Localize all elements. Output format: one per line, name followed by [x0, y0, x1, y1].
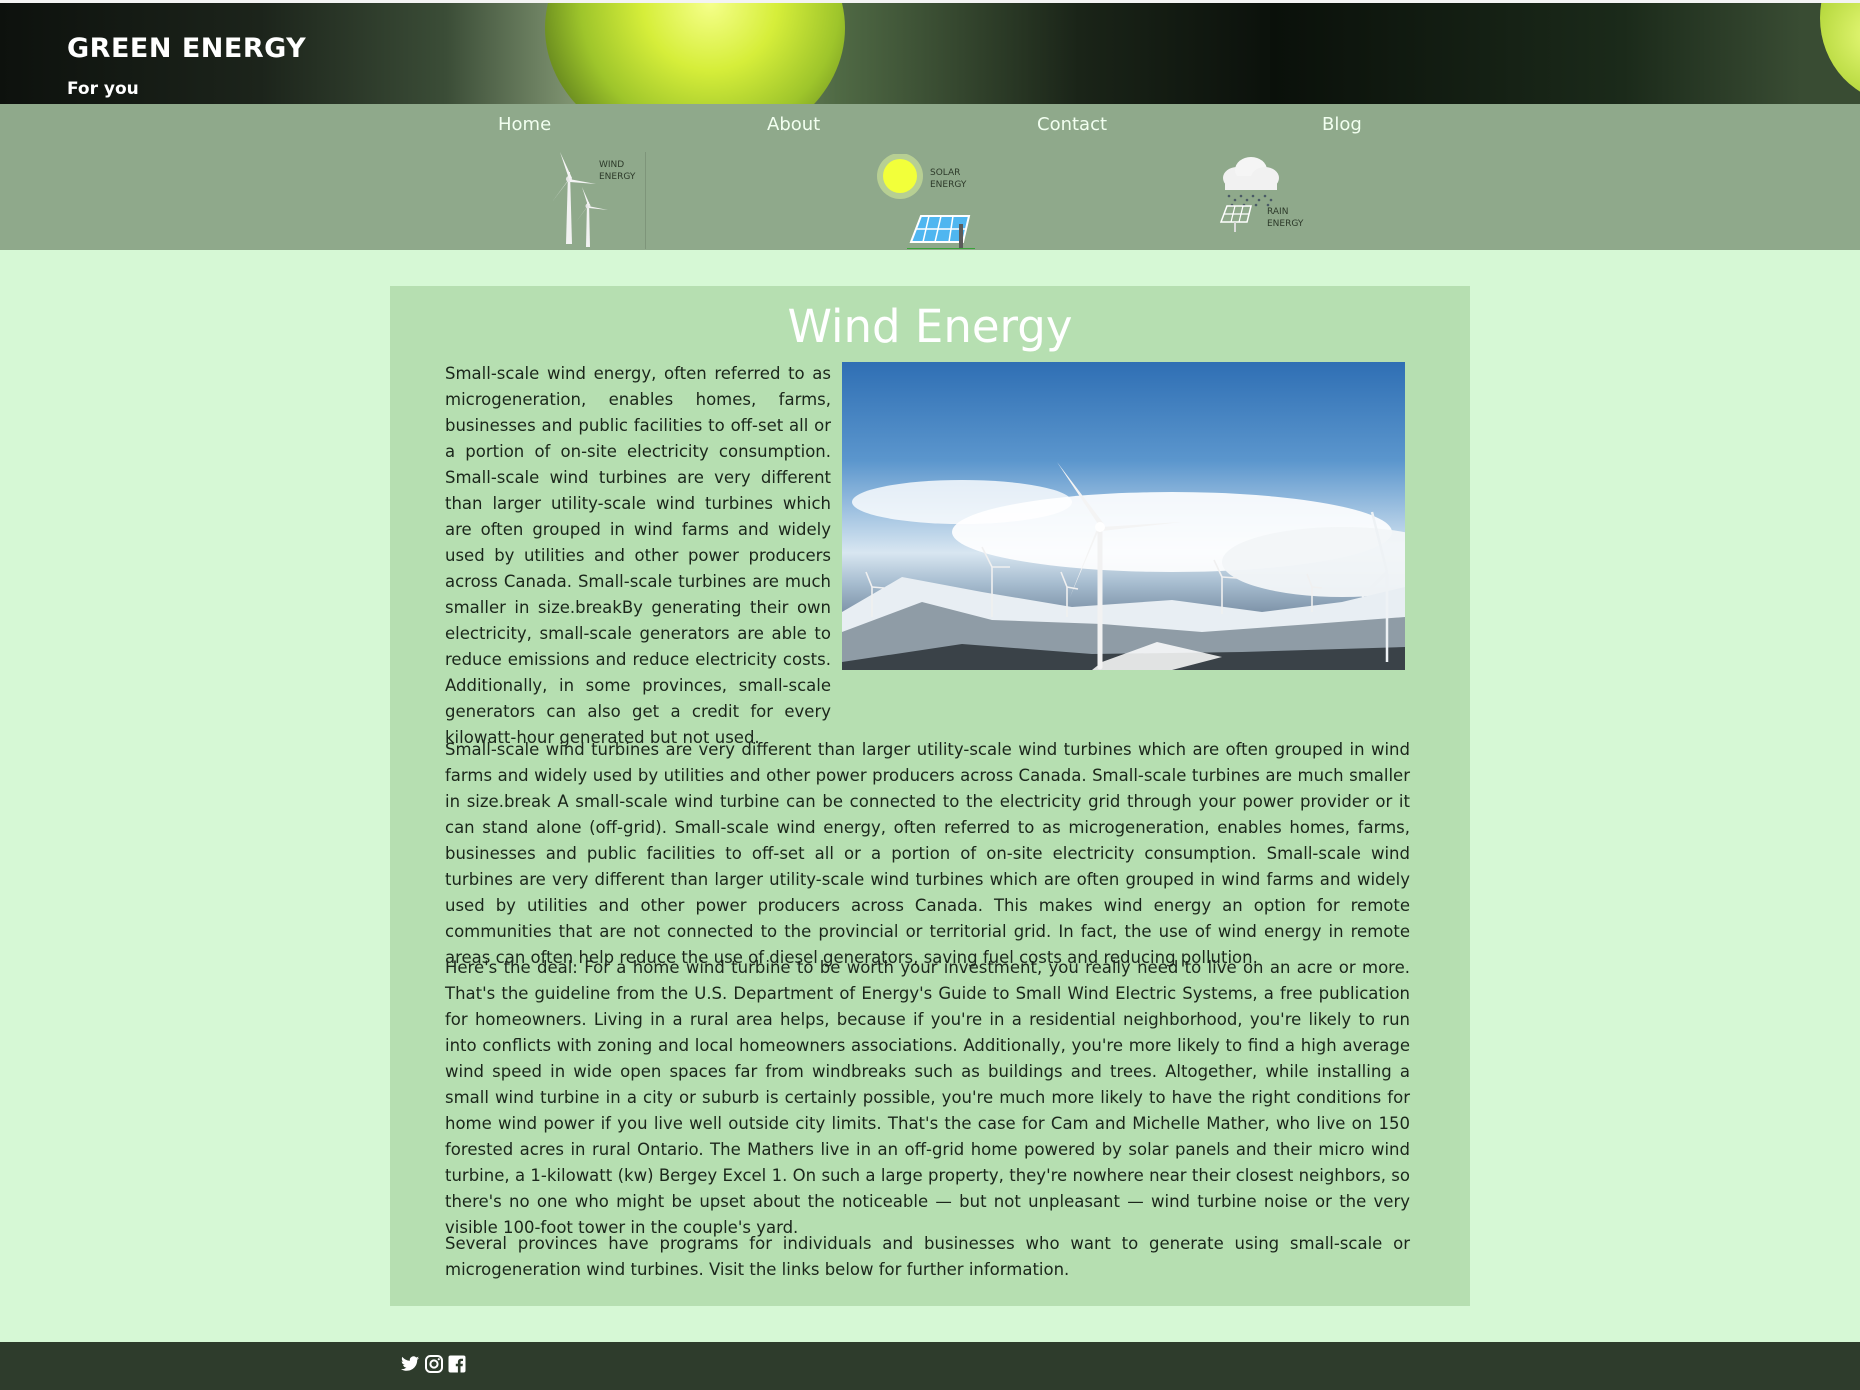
nav-link-contact[interactable]: Contact	[1037, 114, 1107, 135]
site-footer	[0, 1342, 1860, 1390]
article-paragraph-1: Small-scale wind energy, often referred …	[445, 364, 831, 747]
page-title: Wind Energy	[787, 300, 1073, 353]
site-header: GREEN ENERGY For you	[0, 3, 1860, 104]
twitter-icon[interactable]	[400, 1354, 420, 1378]
facebook-icon[interactable]	[447, 1354, 467, 1378]
nav-link-home[interactable]: Home	[498, 114, 551, 135]
article-paragraph-3: Here's the deal: For a home wind turbine…	[445, 958, 1410, 1237]
rain-label-line1: RAIN	[1267, 207, 1289, 217]
nav-link-about[interactable]: About	[767, 114, 820, 135]
wind-label-line2: ENERGY	[599, 172, 636, 182]
solar-energy-link[interactable]: SOLAR ENERGY	[875, 153, 985, 254]
solar-label-line2: ENERGY	[930, 180, 967, 190]
header-dark-panel	[1270, 3, 1860, 104]
rain-energy-link[interactable]: RAIN ENERGY	[1215, 156, 1315, 236]
article-paragraph-2: Small-scale wind turbines are very diffe…	[445, 740, 1410, 967]
wind-energy-link[interactable]: WIND ENERGY	[548, 152, 638, 247]
site-tagline: For you	[67, 79, 139, 99]
solar-label-line1: SOLAR	[930, 168, 961, 178]
wind-turbine-icon	[552, 152, 608, 247]
nav-divider	[645, 152, 646, 249]
wind-farm-photo	[842, 362, 1405, 670]
article-paragraph-4: Several provinces have programs for indi…	[445, 1234, 1410, 1279]
header-planet-graphic	[545, 3, 845, 104]
wind-farm-illustration	[842, 462, 1405, 670]
nav-link-blog[interactable]: Blog	[1322, 114, 1362, 135]
site-title[interactable]: GREEN ENERGY	[67, 33, 306, 64]
main-navigation: Home About Contact Blog WIND ENERGY SOLA…	[0, 104, 1860, 254]
rain-label-line2: ENERGY	[1267, 219, 1304, 229]
instagram-icon[interactable]	[424, 1354, 444, 1378]
wind-label-line1: WIND	[599, 160, 625, 170]
article-card: Wind Energy Small-scale wind energy, oft…	[390, 286, 1470, 1306]
